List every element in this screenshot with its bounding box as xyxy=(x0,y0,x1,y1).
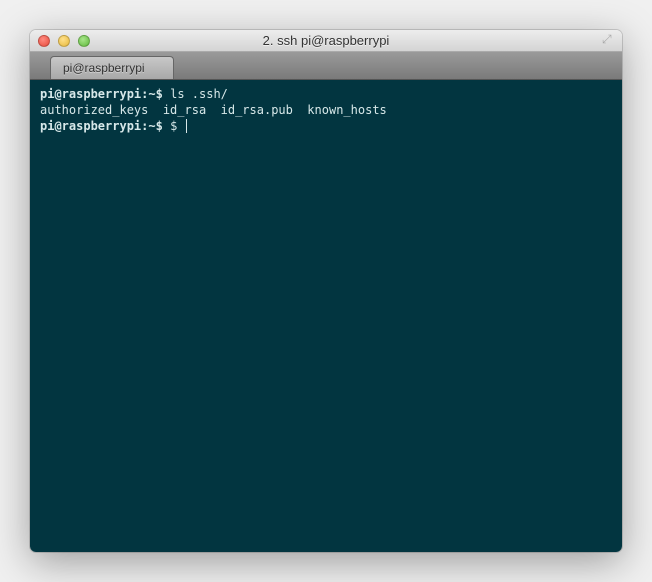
tab-bar: pi@raspberrypi xyxy=(30,52,622,80)
minimize-button[interactable] xyxy=(58,35,70,47)
terminal-line: pi@raspberrypi:~$ ls .ssh/ xyxy=(40,86,612,102)
terminal-line: pi@raspberrypi:~$ $ xyxy=(40,118,612,134)
prompt-path: ~ xyxy=(148,87,155,101)
prompt-dollar: $ xyxy=(156,119,163,133)
terminal-window: 2. ssh pi@raspberrypi pi@raspberrypi pi@… xyxy=(30,30,622,552)
titlebar[interactable]: 2. ssh pi@raspberrypi xyxy=(30,30,622,52)
fullscreen-icon[interactable] xyxy=(602,35,614,47)
output-text: authorized_keys id_rsa id_rsa.pub known_… xyxy=(40,103,387,117)
command-text: ls .ssh/ xyxy=(170,87,228,101)
window-title: 2. ssh pi@raspberrypi xyxy=(30,33,622,48)
terminal-tab[interactable]: pi@raspberrypi xyxy=(50,56,174,79)
terminal-body[interactable]: pi@raspberrypi:~$ ls .ssh/ authorized_ke… xyxy=(30,80,622,552)
traffic-lights xyxy=(38,35,90,47)
cursor-icon xyxy=(186,119,187,133)
close-button[interactable] xyxy=(38,35,50,47)
terminal-line: authorized_keys id_rsa id_rsa.pub known_… xyxy=(40,102,612,118)
prompt-path: ~ xyxy=(148,119,155,133)
zoom-button[interactable] xyxy=(78,35,90,47)
prompt-user: pi@raspberrypi xyxy=(40,119,141,133)
command-text: $ xyxy=(170,119,184,133)
tab-label: pi@raspberrypi xyxy=(63,61,145,75)
prompt-dollar: $ xyxy=(156,87,163,101)
prompt-user: pi@raspberrypi xyxy=(40,87,141,101)
